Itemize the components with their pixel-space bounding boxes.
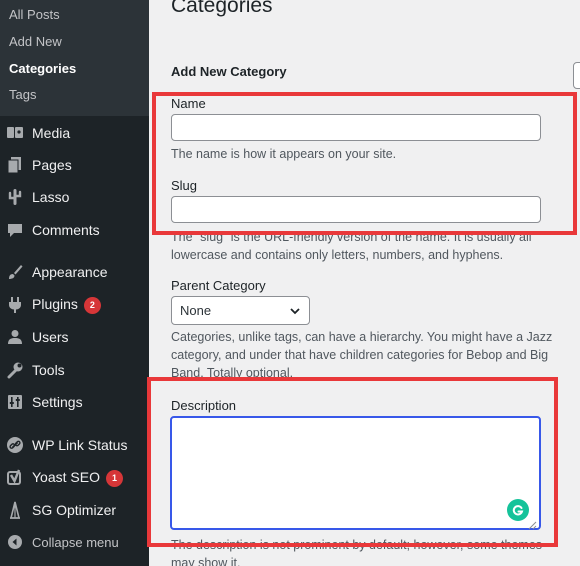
sidebar-item-label: Appearance xyxy=(32,264,108,280)
admin-sidebar: All Posts Add New Categories Tags Media … xyxy=(0,0,149,566)
collapse-menu-button[interactable]: Collapse menu xyxy=(0,527,149,557)
submenu-tags[interactable]: Tags xyxy=(9,85,36,105)
sidebar-item-pages[interactable]: Pages xyxy=(0,150,149,180)
sidebar-item-label: Plugins 2 xyxy=(32,296,101,314)
sidebar-item-label: WP Link Status xyxy=(32,437,128,453)
paintbrush-icon xyxy=(6,263,24,281)
sidebar-item-label: Users xyxy=(32,329,69,345)
slug-label: Slug xyxy=(171,178,198,193)
parent-category-select[interactable]: None xyxy=(171,296,310,325)
sidebar-item-label: Tools xyxy=(32,362,65,378)
sidebar-item-sg-optimizer[interactable]: SG Optimizer xyxy=(0,495,149,525)
yoast-icon xyxy=(6,469,24,487)
sidebar-item-settings[interactable]: Settings xyxy=(0,387,149,417)
sidebar-item-plugins[interactable]: Plugins 2 xyxy=(0,290,149,320)
sidebar-item-label: Lasso xyxy=(32,189,70,205)
collapse-icon xyxy=(6,533,24,551)
parent-category-help-text: Categories, unlike tags, can have a hier… xyxy=(171,330,553,380)
sidebar-item-label: Comments xyxy=(32,222,100,238)
collapse-menu-label: Collapse menu xyxy=(32,534,119,550)
chevron-down-icon xyxy=(289,305,301,317)
wrench-icon xyxy=(6,361,24,379)
search-categories-input[interactable] xyxy=(573,62,580,89)
sidebar-item-comments[interactable]: Comments xyxy=(0,215,149,245)
sidebar-item-wp-link-status[interactable]: WP Link Status xyxy=(0,430,149,460)
sidebar-item-label: Media xyxy=(32,125,71,141)
page-title: Categories xyxy=(171,0,273,17)
parent-category-label: Parent Category xyxy=(171,278,266,293)
slug-field[interactable] xyxy=(171,196,541,223)
name-field[interactable] xyxy=(171,114,541,141)
settings-icon xyxy=(6,393,24,411)
sidebar-item-label: Settings xyxy=(32,394,83,410)
name-label: Name xyxy=(171,96,206,111)
description-field[interactable] xyxy=(170,416,541,530)
sidebar-item-yoast-seo[interactable]: Yoast SEO 1 xyxy=(0,463,149,493)
cactus-icon xyxy=(6,188,24,206)
link-icon xyxy=(6,436,24,454)
grammarly-icon[interactable] xyxy=(507,499,529,521)
submenu-categories[interactable]: Categories xyxy=(9,59,76,79)
plugins-update-badge: 2 xyxy=(83,297,101,314)
sidebar-item-media[interactable]: Media xyxy=(0,118,149,148)
name-help-text: The name is how it appears on your site. xyxy=(171,147,397,161)
submenu-add-new[interactable]: Add New xyxy=(9,32,62,52)
users-icon xyxy=(6,328,24,346)
posts-submenu: All Posts Add New Categories Tags xyxy=(0,0,149,116)
slug-help-text: The “slug” is the URL-friendly version o… xyxy=(171,230,532,262)
plugins-icon xyxy=(6,296,24,314)
comments-icon xyxy=(6,221,24,239)
sidebar-item-label: Yoast SEO 1 xyxy=(32,469,123,487)
sg-optimizer-icon xyxy=(6,501,24,519)
sidebar-item-tools[interactable]: Tools xyxy=(0,355,149,385)
add-new-category-heading: Add New Category xyxy=(171,64,287,79)
resize-handle-icon[interactable] xyxy=(528,517,537,530)
pages-icon xyxy=(6,156,24,174)
sidebar-item-appearance[interactable]: Appearance xyxy=(0,257,149,287)
sidebar-item-lasso[interactable]: Lasso xyxy=(0,182,149,212)
description-label: Description xyxy=(171,398,237,413)
submenu-all-posts[interactable]: All Posts xyxy=(9,5,60,25)
sidebar-item-label: SG Optimizer xyxy=(32,502,117,518)
description-help-text: The description is not prominent by defa… xyxy=(171,538,543,566)
media-icon xyxy=(6,124,24,142)
sidebar-item-label: Pages xyxy=(32,157,72,173)
yoast-notification-badge: 1 xyxy=(105,470,123,487)
main-content: Categories Add New Category Name The nam… xyxy=(149,0,580,566)
parent-category-value: None xyxy=(180,303,212,318)
sidebar-item-users[interactable]: Users xyxy=(0,322,149,352)
